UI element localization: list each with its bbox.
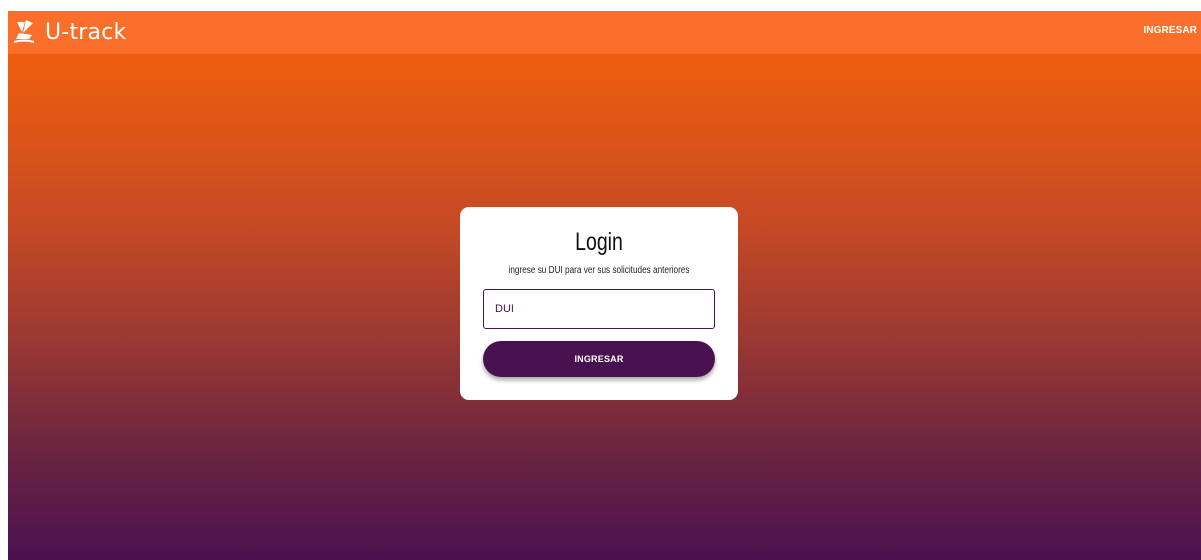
login-card: Login ingrese su DUI para ver sus solici… xyxy=(460,207,738,400)
brand-link[interactable]: U-track xyxy=(12,17,126,47)
nav-login-link[interactable]: INGRESAR xyxy=(1143,25,1197,36)
dui-input[interactable] xyxy=(483,289,715,329)
ship-logo-icon xyxy=(14,20,34,43)
page-background: U-track INGRESAR Login ingrese su DUI pa… xyxy=(8,11,1201,560)
login-submit-button[interactable]: INGRESAR xyxy=(483,341,715,377)
navbar: U-track INGRESAR xyxy=(8,11,1201,54)
login-subtitle: ingrese su DUI para ver sus solicitudes … xyxy=(508,265,690,276)
brand-name: U-track xyxy=(45,19,127,45)
login-title: Login xyxy=(575,228,623,256)
